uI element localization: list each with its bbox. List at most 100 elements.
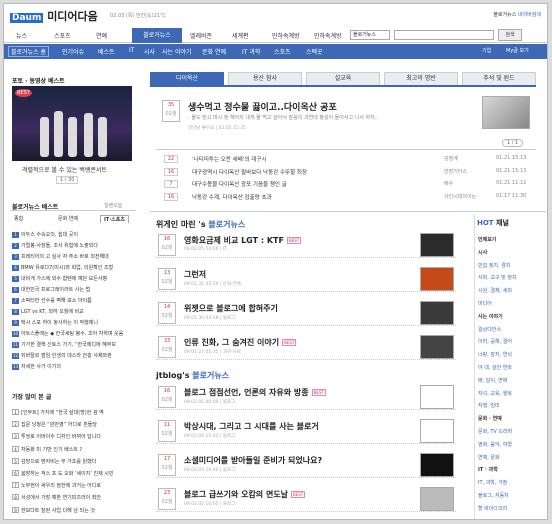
post-thumbnail[interactable] (420, 419, 454, 443)
nav-sports[interactable]: 스포츠 (54, 31, 71, 40)
nav-manhwa[interactable]: 민하속계방 (272, 31, 300, 40)
featured-title[interactable]: 생수먹고 정수물 끓이고..다이옥산 공포 (188, 100, 337, 113)
nav-manhwa-2[interactable]: 민하속계방 (314, 31, 342, 40)
channel-link[interactable]: 너랑, 잠지, 연뇌 (478, 351, 512, 358)
best-item[interactable]: 5 내비게 가스에 외수 함텐에 예단 모든사평 (12, 275, 136, 282)
channel-link[interactable]: 일상다반사 (478, 326, 501, 333)
channel-link[interactable]: IT, 과학, 가정 (478, 479, 507, 486)
blog-post[interactable]: 13 02월 그런저 09.01.31 03:29 | 문화·연예 (156, 266, 456, 292)
featured-pager[interactable]: 1 / 1 (502, 139, 524, 147)
rank-item[interactable]: 2 집문 낭청은 “원반영” 어디로 흔들당 (12, 421, 136, 428)
subnav-spec[interactable]: 스펙곳 (306, 47, 323, 56)
channel-link[interactable]: 민집 정치, 경치 (478, 262, 510, 269)
post-title[interactable]: 박상시대, 그리고 그 시대를 사는 블로거 (184, 421, 319, 432)
post-thumbnail[interactable] (420, 233, 454, 257)
post-title[interactable]: 인류 진화, 그 숨겨진 이야기 BEST (184, 337, 297, 348)
nav-news[interactable]: 뉴스 (16, 31, 27, 40)
subnav-sisa[interactable]: 시사 (144, 47, 155, 56)
channel-link[interactable]: 미디어 (478, 300, 492, 307)
rank-item[interactable]: 3 투엉로 이바이수 디자인 바뀌어 답니다 (12, 433, 136, 440)
tab-general[interactable]: 종합 (14, 215, 23, 222)
blogger1-label[interactable]: 블로거뉴스 (208, 220, 245, 229)
nav-blognews[interactable]: 블로거뉴스 (132, 28, 182, 43)
channel-link[interactable]: 야 대, 살안 연락 (478, 364, 512, 371)
best-item[interactable]: 11 기가한 결핵 신토스 가기, “한국에디에 혜무보 (12, 341, 136, 348)
post-title[interactable]: 영화요금제 비교 LGT : KTF BEST (184, 235, 302, 246)
blog-post[interactable]: 16 02월 영화요금제 비교 LGT : KTF BEST 09.02.05 14:0… (156, 232, 456, 258)
rank-item[interactable]: 5 감방으로 벤자비는 무 가조를 읽했다 (12, 457, 136, 465)
channel-link[interactable]: 이러, 공해, 결어 (478, 338, 512, 345)
blog-post[interactable]: 16 02월 블로그 점점선언, 언론의 자유와 방종 BEST 09.02.05 00… (156, 384, 456, 410)
photo-best-image[interactable]: BEST (12, 86, 132, 161)
blog-post[interactable]: 23 02월 블로그 급쓰기와 오캄의 면도날 BEST 09.02.02 10:05 … (156, 486, 456, 512)
top-link-blognews[interactable]: 블로거뉴스 (493, 12, 516, 18)
headline-row[interactable]: 22 ‘나티미투는 오찬 세배’의 대구시 감정계 01.21 15:13 (164, 155, 534, 164)
issue-tab-dioxane[interactable]: 다이옥산 (150, 72, 224, 85)
headline-blogger[interactable]: 감정계 (444, 155, 458, 162)
channel-link[interactable]: 시원, 결제, 세외 (478, 287, 512, 294)
channel-link[interactable]: 사회, 교구 및 정치 (478, 274, 517, 281)
rank-item[interactable]: 1 [인부트] 가지에 “한국 살대(방)한 광 역 (12, 409, 136, 416)
post-thumbnail[interactable] (420, 453, 454, 477)
blog-post[interactable]: 33 02월 인류 진화, 그 숨겨진 이야기 BEST 09.01.27 01:35 … (156, 334, 456, 360)
best-item[interactable]: 3 프레티어의 고 실사 자 주소 바로 외전해대 (12, 253, 136, 260)
issue-tab-education[interactable]: 설교육 (306, 72, 380, 85)
blogger2-label[interactable]: 블로거뉴스 (192, 371, 229, 380)
nav-world[interactable]: 세계편 (232, 31, 249, 40)
headline-title[interactable]: 낙동강 수계, 다이옥산 검출량 초과 (192, 193, 272, 201)
tab-culture[interactable]: 문화·연예 (58, 215, 78, 222)
subnav-mypost[interactable]: My글 보기 (506, 47, 529, 54)
best-item[interactable]: 8 LGT vs KT, 외하 오월에 비교 (12, 308, 136, 315)
featured-thumbnail[interactable] (482, 96, 530, 129)
channel-link[interactable]: 문화, TV 드라마 (478, 428, 512, 435)
rank-item[interactable]: 7 노무현이 싸우리 정한에 과거는 어디로 (12, 482, 136, 489)
channel-link[interactable]: 연예, 문화 (478, 454, 500, 461)
rank-item[interactable]: 8 서성에서 가장 예븐 연기피즈라이 죄안 (12, 494, 136, 501)
post-title[interactable]: 블로그 점점선언, 언론의 자유와 방종 BEST (184, 387, 326, 398)
best-item[interactable]: 6 대한민국 프로그래이라트 사는 법 (12, 286, 136, 293)
headline-row[interactable]: 16 낙동강 수계, 다이옥산 검출량 초과 사인시대의이는 01.17 11:30 (164, 192, 534, 202)
subnav-science[interactable]: IT 과학 (242, 47, 260, 56)
headline-blogger[interactable]: 만장기아스 (444, 168, 467, 175)
site-logo[interactable]: Daum 미디어다음 (10, 8, 98, 24)
channel-link[interactable]: 자녀, 교육, 행복 (478, 390, 512, 397)
rank-item[interactable]: 6 봄장하는 적스 프 도 오화 ‘세이지’ 진제 시빈 (12, 470, 136, 477)
search-input[interactable] (394, 30, 494, 40)
best-item[interactable]: 13 자세한 사가 이기의 (12, 363, 136, 370)
headline-title[interactable]: ‘나티미투는 오찬 세배’의 대구시 (192, 155, 267, 163)
channel-link[interactable]: 배, 달이, 연애 (478, 377, 507, 384)
best-more-link[interactable]: 일렌오늘 (104, 202, 122, 209)
channel-link[interactable]: 블로그, 자동차 (478, 492, 509, 499)
best-item[interactable]: 1 이두스 수속오의, 쉼데 곳이 (12, 231, 136, 238)
subnav-best[interactable]: 베스트 (98, 47, 115, 56)
search-scope-select[interactable]: 블로거뉴스 (350, 30, 390, 40)
headline-title[interactable]: 대구수몽물 다이옥산 광포 기음을 챙인 글 (192, 180, 287, 188)
tab-it-sports[interactable]: IT·스포츠 (100, 215, 129, 223)
subnav-culture[interactable]: 문화 연예 (202, 47, 226, 56)
nav-tv[interactable]: 엘레비존 (190, 31, 212, 40)
channel-link[interactable]: 자행, 임미 (478, 402, 500, 409)
top-link-naver[interactable]: 네이버검색 (518, 12, 541, 18)
best-item[interactable]: 4 BMW 유로다7(미시)와 희업, 의원확인 조형 (12, 264, 136, 271)
blog-post[interactable]: 11 02월 박상시대, 그리고 그 시대를 사는 블로거 09.02.04 15:4… (156, 418, 456, 444)
photo-pager[interactable]: 1 / 30 (56, 176, 79, 184)
post-title[interactable]: 그런저 (184, 269, 206, 280)
best-item[interactable]: 7 소픽터한 선수를 벽해 보소 아이틈 (12, 297, 136, 304)
post-title[interactable]: 소셜미디어를 받아들일 준비가 되었나요? (184, 455, 322, 466)
headline-title[interactable]: 대구광역시 다이옥산 필바보다 낙동강 수뚜할 최장 (192, 168, 307, 176)
rank-item[interactable]: 4 자동화 미 기반 인기 베스트 ? (12, 445, 136, 453)
post-thumbnail[interactable] (420, 301, 454, 325)
issue-tab-album[interactable]: 최고의 명반 (384, 72, 458, 85)
post-thumbnail[interactable] (420, 385, 454, 409)
rank-item[interactable]: 9 한보다트 잘된 사업 다해 남 되는 것 (12, 506, 136, 514)
headline-blogger[interactable]: 배수 (444, 180, 453, 187)
subnav-hot[interactable]: 인기이슈 (62, 47, 84, 56)
best-item[interactable]: 12 뒤바탈르 벌임 인생의 데스라 안층 사제와판 (12, 352, 136, 359)
channel-link[interactable]: 영화, 음악, 여형 (478, 441, 512, 448)
headline-blogger[interactable]: 사인시대의이는 (444, 193, 476, 200)
headline-row[interactable]: 16 대구광역시 다이옥산 필바보다 낙동강 수뚜할 최장 만장기아스 01.21 1… (164, 167, 534, 177)
subnav-life[interactable]: 사는 이야기 (162, 47, 192, 56)
post-thumbnail[interactable] (420, 335, 454, 359)
best-item[interactable]: 2 가렵봉·사장들, 조사 위험에 노출되다 (12, 242, 136, 249)
search-button[interactable]: 검색 (498, 29, 522, 41)
